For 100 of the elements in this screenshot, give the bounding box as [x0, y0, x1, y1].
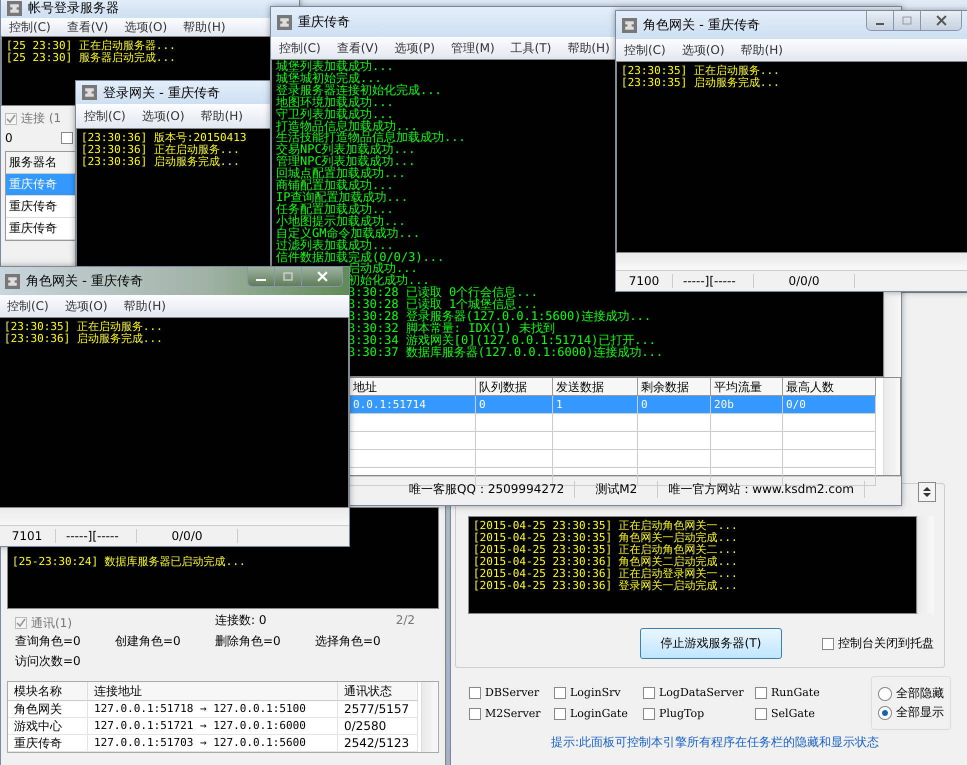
column-header: 发送数据 [553, 378, 638, 396]
close-button[interactable] [302, 267, 342, 286]
menu-item[interactable]: 控制(C) [7, 298, 49, 314]
status-text: 测试M2 [575, 480, 658, 498]
log-line: [2015-04-25 23:30:36] 角色网关二启动完成... [473, 556, 738, 568]
checkbox[interactable] [755, 686, 767, 698]
menu-item[interactable]: 选项(O) [142, 108, 185, 124]
menu-item[interactable]: 查看(V) [66, 18, 108, 36]
status-text: 唯一官方网站：www.ksdm2.com [658, 480, 865, 498]
log-line: 交易NPC列表加载成功... [276, 144, 416, 156]
menu-item[interactable]: 选项(O) [124, 18, 168, 36]
log-line: 生活技能打造物品信息加载成功... [276, 132, 466, 144]
scrollbar[interactable] [616, 253, 967, 270]
menu-item[interactable]: 选项(O) [682, 42, 725, 58]
checkbox[interactable] [15, 617, 27, 630]
checkbox-label: LoginSrv [570, 686, 621, 699]
scrollbar[interactable] [0, 508, 349, 525]
checkbox[interactable] [822, 638, 834, 650]
checkbox[interactable] [61, 132, 73, 144]
log-line: 3:30:28 登录服务器(127.0.0.1:5600)连接成功... [348, 311, 652, 323]
status-text: -----][----- [56, 529, 137, 543]
menu-item[interactable]: 工具(T) [510, 40, 552, 56]
menu-item[interactable]: 帮助(H) [567, 40, 610, 56]
checkbox[interactable] [469, 686, 481, 698]
log-line: 3:30:28 已读取 0个行会信息... [348, 287, 538, 300]
close-button[interactable] [921, 11, 961, 30]
status-text: -----][----- [673, 274, 754, 288]
log-line: [25 23:30] 服务器启动完成... [6, 52, 176, 64]
log-line: [23:30:35] 正在启动服务... [621, 65, 780, 77]
scrollbar[interactable] [884, 295, 901, 377]
column-header: 平均流量 [711, 378, 783, 396]
menu-item[interactable]: 帮助(H) [740, 42, 783, 58]
log-line: IP查询配置加载成功... [276, 192, 408, 204]
column-header: 剩余数据 [638, 378, 711, 396]
table-cell: 127.0.0.1:51721 → 127.0.0.1:6000 [88, 718, 338, 735]
log-line: [25 23:30] 正在启动服务器... [6, 40, 176, 52]
radio-label: 全部显示 [896, 704, 944, 721]
close-icon [936, 15, 946, 26]
minimize-button[interactable] [867, 11, 894, 30]
menu-item[interactable]: 控制(C) [624, 42, 666, 58]
checkbox[interactable] [554, 708, 566, 720]
checkbox-label: SelGate [771, 707, 815, 720]
column-header: 地址 [350, 378, 476, 396]
checkbox-label: LoginGate [570, 707, 628, 720]
maximize-button[interactable] [275, 267, 302, 286]
checkbox[interactable] [643, 708, 655, 720]
menu-item[interactable]: 帮助(H) [124, 298, 166, 314]
menu-item[interactable]: 帮助(H) [183, 18, 226, 36]
app-icon [7, 0, 22, 16]
radio-button[interactable] [878, 686, 892, 700]
menu-item[interactable]: 控制(C) [9, 18, 51, 36]
menu-item[interactable]: 选项(O) [64, 298, 108, 314]
scrollbar[interactable] [917, 516, 934, 614]
close-icon [316, 271, 328, 282]
table-cell: 游戏中心 [8, 718, 88, 735]
window-title: 角色网关 - 重庆传奇 [643, 17, 760, 34]
scrollbar[interactable] [883, 378, 900, 475]
app-icon [5, 274, 20, 288]
spin-button[interactable] [918, 482, 936, 502]
log-line: 启动成功... [348, 263, 418, 276]
table-cell: 127.0.0.1:51718 → 127.0.0.1:5100 [88, 701, 338, 718]
stat-text: 查询角色=0 [15, 634, 82, 650]
stop-server-button[interactable]: 停止游戏服务器(T) [640, 628, 782, 659]
checkbox-label: 控制台关闭到托盘 [838, 635, 934, 652]
menu-item[interactable]: 控制(C) [84, 108, 126, 124]
menu-item[interactable]: 控制(C) [279, 40, 321, 56]
log-line: 小地图提示加载成功... [276, 216, 406, 228]
log-line: 任务配置加载成功... [276, 204, 394, 216]
up-down-arrows-icon [922, 485, 932, 499]
window-title: 角色网关 - 重庆传奇 [26, 273, 143, 290]
checkbox[interactable] [755, 708, 767, 720]
window-title: 登录网关 - 重庆传奇 [103, 84, 220, 102]
checkbox[interactable] [5, 112, 17, 124]
log-line: 3:30:34 游戏网关[0](127.0.0.1:51714)已打开... [348, 334, 656, 347]
column-header: 通讯状态 [338, 682, 418, 701]
checkbox-label: LogDataServer [659, 686, 744, 699]
checkbox[interactable] [469, 708, 481, 720]
scrollbar[interactable] [421, 682, 438, 752]
menu-item[interactable]: 查看(V) [336, 40, 378, 56]
log-line: 回城点配置加载成功... [276, 168, 406, 180]
radio-button[interactable] [878, 706, 892, 720]
log-line: 管理NPC列表加载成功... [276, 156, 416, 168]
column-header: 队列数据 [476, 378, 553, 396]
app-icon [277, 14, 292, 30]
log-line: 城堡列表加载成功... [276, 61, 394, 73]
log-line: [23:30:36] 版本号:20150413 [81, 132, 246, 144]
status-text: 唯一客服QQ：2509994272 [399, 480, 576, 498]
status-text: 0/0/0 [754, 274, 855, 288]
checkbox[interactable] [643, 686, 655, 698]
minimize-button[interactable] [248, 267, 275, 286]
log-line: [2015-04-25 23:30:35] 角色网关一启动完成... [473, 532, 738, 544]
log-line: 登录服务器连接初始化完成... [276, 84, 442, 97]
menu-item[interactable]: 帮助(H) [200, 108, 243, 124]
menu-item[interactable]: 选项(P) [394, 40, 435, 56]
checkbox-label: DBServer [485, 686, 540, 699]
stat-text: 删除角色=0 [215, 634, 282, 650]
log-line: 信件数据加载完成(0/0/3)... [276, 252, 444, 264]
menu-item[interactable]: 管理(M) [450, 40, 495, 56]
window-title: 帐号登录服务器 [28, 0, 119, 17]
checkbox[interactable] [554, 686, 566, 698]
